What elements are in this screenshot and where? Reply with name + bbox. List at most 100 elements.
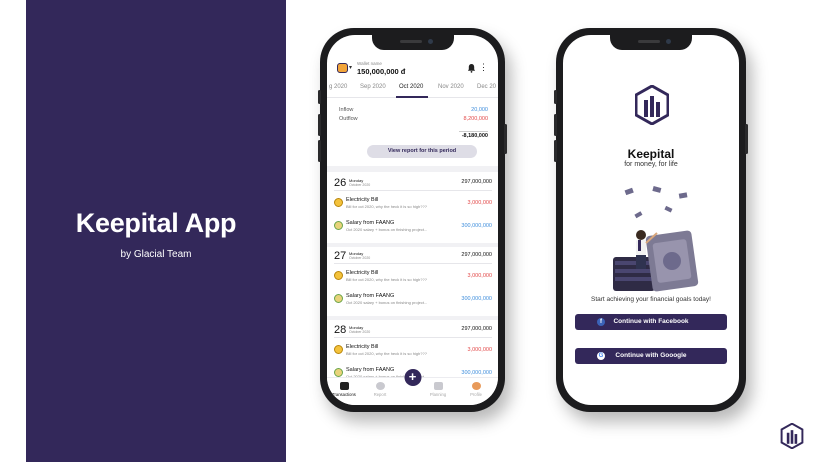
wallet-selector[interactable]: ▾ Wallet name 150,000,000 đ ⋮ (337, 61, 488, 79)
money-illustration (613, 186, 699, 292)
tab-sep-2020[interactable]: Sep 2020 (360, 84, 386, 90)
hero-title: Keepital App (75, 208, 237, 238)
divider (327, 166, 498, 172)
net-value: -8,180,000 (461, 133, 488, 139)
day-header: 28 Monday October 2020 297,000,000 (334, 322, 492, 338)
tab-dec-2020[interactable]: Dec 20 (477, 84, 496, 90)
phone-login: Keepital for money, for life Start achie… (554, 28, 748, 412)
side-button (504, 124, 507, 154)
day-header: 26 Monday October 2020 297,000,000 (334, 175, 492, 191)
side-button (554, 140, 557, 162)
google-button-label: Continue with Gooogle (615, 352, 687, 359)
month-tabs: g 2020 Sep 2020 Oct 2020 Nov 2020 Dec 20 (327, 82, 498, 98)
transaction-amount: 300,000,000 (461, 370, 492, 376)
day-total: 297,000,000 (461, 326, 492, 332)
divider (327, 243, 498, 247)
transaction-item[interactable]: Salary from FAANG Oct 2020 salary + bonu… (334, 291, 492, 311)
nav-label: Planning (429, 392, 447, 397)
day-month: October 2020 (349, 183, 371, 187)
calendar-icon (433, 382, 443, 390)
lightbulb-icon (334, 198, 343, 207)
divider (459, 131, 488, 132)
transaction-note: Oct 2020 salary + bonus on finishing pro… (346, 227, 428, 232)
nav-transactions[interactable]: Transactions (329, 382, 359, 397)
pie-chart-icon (375, 382, 385, 390)
wallet-label: Wallet name (357, 61, 382, 66)
transaction-note: Bill for oct 2020, why the heck it is so… (346, 204, 427, 209)
transaction-name: Electricity Bill (346, 197, 379, 203)
wallet-amount: 150,000,000 đ (357, 67, 406, 76)
transaction-amount: 300,000,000 (461, 296, 492, 302)
transaction-item[interactable]: Electricity Bill Bill for oct 2020, why … (334, 268, 492, 288)
bottom-navigation: Transactions Report + Planning Profile (327, 369, 498, 405)
tab-aug-2020[interactable]: g 2020 (329, 84, 347, 90)
money-icon (334, 294, 343, 303)
nav-label: Profile (470, 392, 482, 397)
hero-subtitle: by Glacial Team (120, 249, 192, 260)
nav-label: Report (373, 392, 387, 397)
more-vert-icon[interactable]: ⋮ (479, 62, 488, 72)
cta-text: Start achieving your financial goals tod… (591, 296, 711, 303)
day-total: 297,000,000 (461, 179, 492, 185)
keepital-logo-icon (635, 85, 669, 125)
side-button (554, 114, 557, 136)
wallet-icon (339, 382, 349, 390)
transaction-note: Oct 2020 salary + bonus on finishing pro… (346, 300, 428, 305)
day-header: 27 Monday October 2020 297,000,000 (334, 248, 492, 264)
day-number: 26 (334, 177, 347, 189)
money-icon (334, 368, 343, 377)
money-icon (334, 221, 343, 230)
transaction-name: Electricity Bill (346, 344, 379, 350)
period-summary: Inflow 20,000 Outflow 8,200,000 -8,180,0… (339, 107, 492, 139)
side-button (318, 90, 321, 104)
lightbulb-icon (334, 271, 343, 280)
inflow-value: 20,000 (471, 107, 488, 113)
add-transaction-button[interactable]: + (404, 369, 421, 386)
side-button (318, 114, 321, 136)
inflow-row: Inflow 20,000 (339, 107, 492, 116)
side-button (745, 124, 748, 154)
transaction-item[interactable]: Salary from FAANG Oct 2020 salary + bonu… (334, 218, 492, 238)
day-number: 28 (334, 324, 347, 336)
nav-label: Transactions (332, 392, 356, 397)
side-button (318, 140, 321, 162)
facebook-button-label: Continue with Facebook (613, 318, 689, 325)
lightbulb-icon (334, 345, 343, 354)
continue-facebook-button[interactable]: f Continue with Facebook (575, 314, 727, 330)
nav-planning[interactable]: Planning (423, 382, 453, 397)
tab-oct-2020[interactable]: Oct 2020 (399, 84, 423, 90)
transaction-amount: 3,000,000 (467, 200, 492, 206)
transaction-name: Salary from FAANG (346, 293, 395, 299)
transaction-item[interactable]: Electricity Bill Bill for oct 2020, why … (334, 342, 492, 362)
hero-panel: Keepital App by Glacial Team (26, 0, 286, 462)
transaction-amount: 3,000,000 (467, 273, 492, 279)
transactions-screen: ▾ Wallet name 150,000,000 đ ⋮ g 2020 Sep… (327, 35, 498, 405)
nav-report[interactable]: Report (365, 382, 395, 397)
transaction-item[interactable]: Electricity Bill Bill for oct 2020, why … (334, 195, 492, 215)
transaction-name: Salary from FAANG (346, 367, 395, 373)
bell-icon[interactable] (467, 63, 476, 73)
profile-icon (471, 382, 481, 390)
day-number: 27 (334, 250, 347, 262)
wallet-icon (337, 63, 348, 73)
chevron-down-icon: ▾ (349, 65, 353, 71)
tagline: for money, for life (624, 161, 678, 168)
outflow-value: 8,200,000 (463, 116, 488, 122)
nav-profile[interactable]: Profile (461, 382, 491, 397)
brand-name: Keepital (627, 147, 675, 161)
day-month: October 2020 (349, 330, 371, 334)
outflow-row: Outflow 8,200,000 (339, 116, 492, 125)
transaction-name: Salary from FAANG (346, 220, 395, 226)
presentation-slide: Keepital App by Glacial Team ▾ Wallet na… (0, 0, 814, 462)
notch (610, 35, 692, 50)
tab-nov-2020[interactable]: Nov 2020 (438, 84, 464, 90)
side-button (554, 90, 557, 104)
keepital-corner-logo-icon (780, 423, 804, 449)
outflow-label: Outflow (339, 116, 358, 122)
continue-google-button[interactable]: G Continue with Gooogle (575, 348, 727, 364)
view-report-button[interactable]: View report for this period (367, 145, 477, 158)
day-total: 297,000,000 (461, 252, 492, 258)
day-month: October 2020 (349, 256, 371, 260)
active-tab-indicator (396, 96, 428, 98)
divider (327, 316, 498, 320)
